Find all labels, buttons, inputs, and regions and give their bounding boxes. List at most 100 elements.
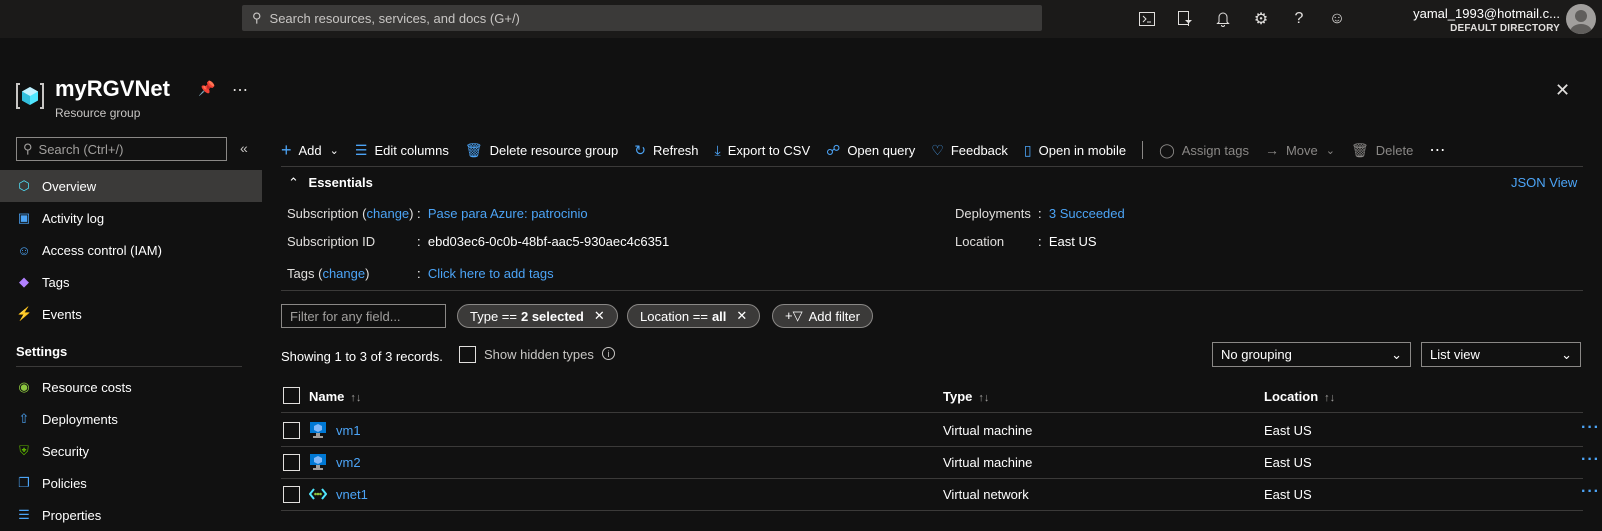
column-name-label: Name: [309, 389, 345, 404]
open-query-label: Open query: [847, 142, 916, 158]
deployments-link[interactable]: 3 Succeeded: [1049, 206, 1125, 221]
essentials-divider: [281, 290, 1583, 291]
table-row[interactable]: vnet1 Virtual network East US ···: [281, 479, 1599, 511]
global-search-placeholder: Search resources, services, and docs (G+…: [269, 10, 520, 26]
account-info[interactable]: yamal_1993@hotmail.c... DEFAULT DIRECTOR…: [1413, 6, 1560, 34]
row-checkbox[interactable]: [283, 422, 300, 439]
sidebar-item-deployments[interactable]: ⇧ Deployments: [0, 403, 262, 435]
filter-placeholder: Filter for any field...: [290, 308, 401, 324]
directory-filter-icon[interactable]: [1166, 0, 1204, 38]
close-icon[interactable]: ✕: [736, 308, 747, 324]
sidebar-item-iam[interactable]: ☺ Access control (IAM): [0, 234, 262, 266]
row-more-icon[interactable]: ···: [1581, 419, 1600, 437]
refresh-icon: ↻: [634, 141, 647, 158]
virtual-machine-icon: [310, 422, 326, 438]
sidebar-search-input[interactable]: ⚲ Search (Ctrl+/): [16, 137, 227, 161]
column-header-name[interactable]: Name ↑↓: [309, 389, 361, 404]
column-location-label: Location: [1264, 389, 1319, 404]
row-checkbox[interactable]: [283, 486, 300, 503]
avatar[interactable]: [1566, 4, 1596, 34]
grouping-select[interactable]: No grouping ⌄: [1212, 342, 1411, 367]
add-filter-label: Add filter: [808, 308, 860, 324]
show-hidden-types-label: Show hidden types: [484, 347, 594, 362]
column-header-type[interactable]: Type ↑↓: [943, 389, 989, 404]
toolbar-divider-line: [281, 166, 1583, 167]
location-filter-pill[interactable]: Location == all ✕: [627, 304, 761, 328]
columns-icon: ☰: [354, 141, 368, 158]
info-icon[interactable]: i: [602, 347, 615, 360]
more-commands-icon[interactable]: ⋯: [1429, 140, 1445, 160]
delete-resource-group-button[interactable]: 🗑 Delete resource group: [465, 142, 618, 159]
show-hidden-types-checkbox[interactable]: [459, 346, 476, 363]
search-icon: ⚲: [23, 141, 33, 156]
sidebar-item-policies[interactable]: ❐ Policies: [0, 467, 262, 499]
export-csv-button[interactable]: ⤓ Export to CSV: [715, 142, 811, 159]
collapse-sidebar-icon[interactable]: «: [240, 140, 248, 156]
row-location: East US: [1264, 487, 1312, 502]
filter-input[interactable]: Filter for any field...: [281, 304, 446, 328]
chevron-down-icon: ⌄: [1561, 346, 1572, 362]
open-mobile-label: Open in mobile: [1038, 142, 1127, 158]
notifications-icon[interactable]: [1204, 0, 1242, 38]
add-tags-link[interactable]: Click here to add tags: [428, 266, 554, 281]
row-more-icon[interactable]: ···: [1581, 483, 1600, 501]
refresh-button[interactable]: ↻ Refresh: [634, 142, 698, 159]
global-search-input[interactable]: ⚲ Search resources, services, and docs (…: [242, 5, 1042, 31]
open-in-mobile-button[interactable]: ▯ Open in mobile: [1024, 142, 1126, 159]
open-query-button[interactable]: ☍ Open query: [826, 142, 915, 159]
delete-label: Delete: [1375, 142, 1414, 158]
sidebar-item-overview[interactable]: ⬡ Overview: [0, 170, 262, 202]
delete-button[interactable]: 🗑 Delete: [1351, 142, 1413, 159]
json-view-link[interactable]: JSON View: [1511, 175, 1577, 190]
virtual-network-icon: [309, 488, 327, 500]
table-row[interactable]: vm1 Virtual machine East US ···: [281, 415, 1599, 447]
table-row[interactable]: vm2 Virtual machine East US ···: [281, 447, 1599, 479]
add-label: Add: [298, 142, 322, 158]
settings-icon[interactable]: ⚙: [1242, 0, 1280, 38]
sidebar-item-tags[interactable]: ◆ Tags: [0, 266, 262, 298]
row-checkbox[interactable]: [283, 454, 300, 471]
row-name-link[interactable]: vnet1: [336, 487, 368, 502]
sidebar-item-label: Tags: [42, 274, 70, 290]
assign-tags-button[interactable]: ◯ Assign tags: [1159, 142, 1249, 159]
pin-icon[interactable]: 📌: [198, 80, 215, 97]
select-all-checkbox[interactable]: [283, 387, 300, 404]
feedback-icon[interactable]: ☺: [1318, 0, 1356, 38]
add-filter-button[interactable]: +▽ Add filter: [772, 304, 873, 328]
tag-icon: ◯: [1159, 141, 1175, 158]
move-button[interactable]: → Move ⌄: [1265, 142, 1335, 158]
sidebar-item-resource-costs[interactable]: ◉ Resource costs: [0, 371, 262, 403]
subscription-value-link[interactable]: Pase para Azure: patrocinio: [428, 206, 588, 221]
assign-tags-label: Assign tags: [1181, 142, 1249, 158]
help-icon[interactable]: ?: [1280, 0, 1318, 38]
feedback-button[interactable]: ♡ Feedback: [931, 142, 1008, 159]
page-subtitle: Resource group: [55, 106, 141, 120]
move-label: Move: [1285, 142, 1318, 158]
cloud-shell-icon[interactable]: [1128, 0, 1166, 38]
add-button[interactable]: + Add ⌄: [281, 140, 339, 161]
top-icons: ⚙ ? ☺: [1128, 0, 1356, 38]
close-icon[interactable]: ✕: [594, 308, 605, 324]
close-icon[interactable]: ✕: [1555, 80, 1570, 101]
search-icon: ⚲: [252, 10, 262, 25]
sidebar-item-security[interactable]: ⛨ Security: [0, 435, 262, 467]
row-name-link[interactable]: vm2: [336, 455, 361, 470]
type-filter-pill[interactable]: Type == 2 selected ✕: [457, 304, 618, 328]
view-select[interactable]: List view ⌄: [1421, 342, 1581, 367]
essentials-toggle[interactable]: ⌃ Essentials: [288, 175, 373, 191]
sidebar-item-activity-log[interactable]: ▣ Activity log: [0, 202, 262, 234]
tags-row: Tags (change): [287, 266, 370, 281]
sidebar-item-label: Access control (IAM): [42, 242, 162, 258]
table-header: Name ↑↓ Type ↑↓ Location ↑↓: [281, 383, 1583, 413]
more-options-icon[interactable]: ⋯: [232, 80, 248, 100]
sidebar-item-events[interactable]: ⚡ Events: [0, 298, 262, 330]
row-more-icon[interactable]: ···: [1581, 451, 1600, 469]
tags-change-link[interactable]: change: [322, 266, 365, 281]
subscription-change-link[interactable]: change: [367, 206, 410, 221]
edit-columns-button[interactable]: ☰ Edit columns: [355, 142, 449, 159]
row-name-link[interactable]: vm1: [336, 423, 361, 438]
resource-costs-icon: ◉: [18, 379, 30, 394]
tag-icon: ◆: [19, 274, 29, 289]
sidebar-item-properties[interactable]: ☰ Properties: [0, 499, 262, 531]
column-header-location[interactable]: Location ↑↓: [1264, 389, 1335, 404]
